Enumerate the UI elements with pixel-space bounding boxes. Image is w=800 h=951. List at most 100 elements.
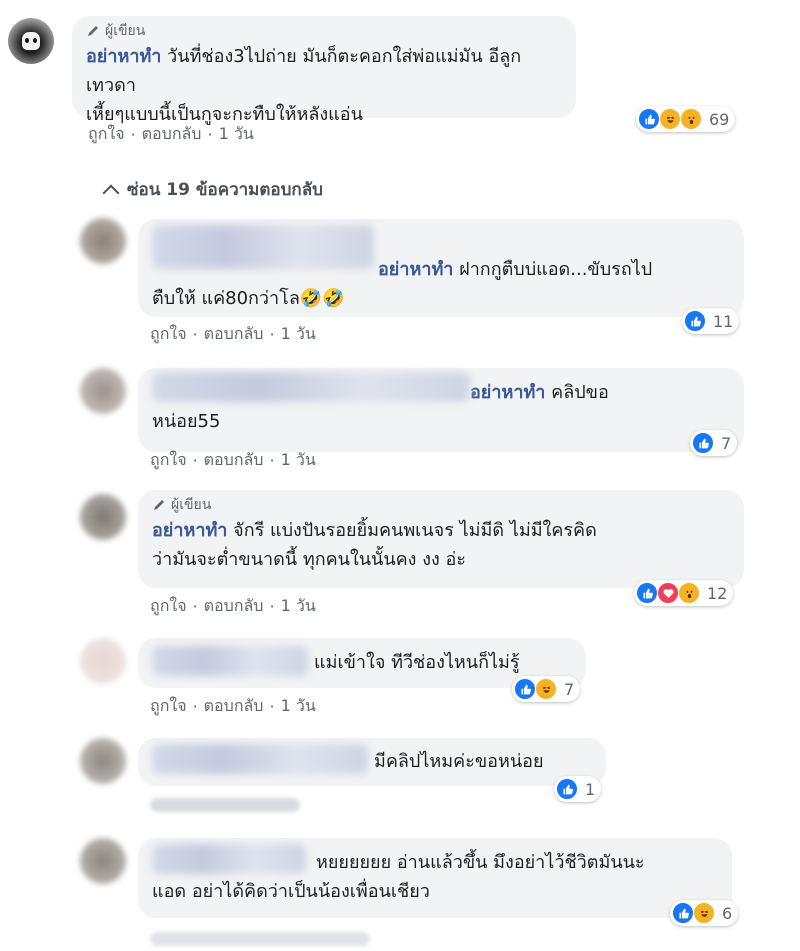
reply-text: แอด อย่าได้คิดว่าเป็นน้องเพื่อนเชียว	[152, 881, 430, 902]
avatar[interactable]	[80, 838, 126, 884]
haha-reaction-icon	[659, 108, 681, 130]
reaction-count: 7	[721, 433, 732, 453]
reaction-count: 7	[564, 679, 575, 699]
comment-actions: ถูกใจ · ตอบกลับ · 1 วัน	[150, 694, 316, 719]
reply-bubble: อย่าหาทำ คลิปขอ หน่อย55	[138, 368, 744, 452]
avatar[interactable]	[80, 368, 126, 414]
reaction-summary[interactable]: 1	[554, 776, 602, 802]
like-reaction-icon	[514, 678, 536, 700]
pencil-icon	[86, 24, 100, 38]
reaction-count: 11	[713, 311, 734, 331]
blurred-name	[152, 225, 374, 269]
blurred-name	[152, 646, 308, 676]
reply-text: ฝากกูตืบบ่แอด...ขับรถไป	[459, 259, 653, 280]
like-link[interactable]: ถูกใจ	[150, 594, 187, 619]
reaction-summary[interactable]: 69	[636, 106, 736, 132]
chevron-up-icon	[102, 184, 120, 201]
separator-dot: ·	[269, 325, 275, 344]
blurred-name	[152, 744, 368, 774]
comment-actions: ถูกใจ · ตอบกลับ · 1 วัน	[88, 122, 254, 147]
separator-dot: ·	[130, 125, 136, 144]
hide-replies-label: ซ่อน 19 ข้อความตอบกลับ	[127, 180, 323, 200]
commenter-name[interactable]: อย่าหาทำ	[86, 46, 161, 67]
avatar[interactable]	[80, 494, 126, 540]
reply-text: มีคลิปไหมค่ะขอหน่อย	[374, 751, 544, 772]
reply-bubble: หยยยยยย อ่านแล้วขึ้น มึงอย่าไว้ชีวิตมันน…	[138, 838, 732, 918]
reaction-summary[interactable]: 7	[512, 676, 581, 702]
timestamp: 1 วัน	[280, 324, 316, 343]
blurred-name	[152, 844, 306, 874]
timestamp: 1 วัน	[280, 696, 316, 715]
avatar[interactable]	[80, 738, 126, 784]
reply-bubble: อย่าหาทำ ฝากกูตืบบ่แอด...ขับรถไป ตืบให้ …	[138, 219, 744, 317]
author-badge: ผู้เขียน	[152, 496, 730, 514]
author-badge-label: ผู้เขียน	[171, 497, 212, 513]
hide-replies-toggle[interactable]: ซ่อน 19 ข้อความตอบกลับ	[102, 176, 323, 203]
love-reaction-icon	[657, 582, 679, 604]
separator-dot: ·	[192, 325, 198, 344]
like-link[interactable]: ถูกใจ	[150, 448, 187, 473]
like-reaction-icon	[692, 432, 714, 454]
reply-text: หยยยยยย อ่านแล้วขึ้น มึงอย่าไว้ชีวิตมันน…	[316, 852, 645, 873]
blurred-name	[152, 372, 470, 402]
like-reaction-icon	[638, 108, 660, 130]
separator-dot: ·	[192, 597, 198, 616]
separator-dot: ·	[269, 451, 275, 470]
like-link[interactable]: ถูกใจ	[150, 322, 187, 347]
reply-text: หน่อย55	[152, 411, 221, 432]
haha-reaction-icon	[693, 902, 715, 924]
reply-bubble: ผู้เขียน อย่าหาทำ จักรี แบ่งปันรอยยิ้มคน…	[138, 490, 744, 588]
wow-reaction-icon	[680, 108, 702, 130]
like-link[interactable]: ถูกใจ	[150, 694, 187, 719]
mention-name[interactable]: อย่าหาทำ	[470, 382, 545, 403]
reply-link[interactable]: ตอบกลับ	[204, 322, 264, 347]
reply-text: ว่ามันจะต่ำขนาดนี้ ทุกคนในนั้นคง งง อ่ะ	[152, 549, 466, 570]
reply-link[interactable]: ตอบกลับ	[142, 122, 202, 147]
separator-dot: ·	[269, 597, 275, 616]
like-link[interactable]: ถูกใจ	[88, 122, 125, 147]
like-reaction-icon	[556, 778, 578, 800]
mention-name[interactable]: อย่าหาทำ	[378, 259, 453, 280]
separator-dot: ·	[192, 451, 198, 470]
blurred-actions	[150, 932, 370, 946]
reply-text: แม่เข้าใจ ทีวีช่องไหนก็ไม่รู้	[314, 652, 520, 673]
timestamp: 1 วัน	[218, 124, 254, 143]
separator-dot: ·	[269, 697, 275, 716]
wow-reaction-icon	[678, 582, 700, 604]
author-badge-label: ผู้เขียน	[105, 23, 146, 39]
avatar[interactable]	[80, 638, 126, 684]
pencil-icon	[152, 498, 166, 512]
like-reaction-icon	[672, 902, 694, 924]
skull-avatar-image	[22, 32, 40, 50]
comment-bubble: ผู้เขียน อย่าหาทำ วันที่ช่อง3ไปถ่าย มันก…	[72, 16, 576, 125]
avatar[interactable]	[8, 18, 54, 64]
reaction-summary[interactable]: 7	[690, 430, 738, 456]
reaction-count: 69	[709, 109, 730, 129]
timestamp: 1 วัน	[280, 450, 316, 469]
reaction-summary[interactable]: 6	[670, 900, 739, 926]
separator-dot: ·	[192, 697, 198, 716]
author-badge: ผู้เขียน	[86, 22, 562, 40]
comment-actions: ถูกใจ · ตอบกลับ · 1 วัน	[150, 594, 316, 619]
commenter-name[interactable]: อย่าหาทำ	[152, 520, 227, 541]
avatar[interactable]	[80, 218, 126, 264]
reply-text: ตืบให้ แค่80กว่าโล🤣🤣	[152, 288, 345, 309]
blurred-actions	[150, 798, 300, 812]
comment-actions: ถูกใจ · ตอบกลับ · 1 วัน	[150, 322, 316, 347]
reply-link[interactable]: ตอบกลับ	[204, 448, 264, 473]
reply-link[interactable]: ตอบกลับ	[204, 694, 264, 719]
reply-text: คลิปขอ	[551, 382, 609, 403]
comment-actions: ถูกใจ · ตอบกลับ · 1 วัน	[150, 448, 316, 473]
like-reaction-icon	[636, 582, 658, 604]
haha-reaction-icon	[535, 678, 557, 700]
reaction-summary[interactable]: 12	[634, 580, 734, 606]
reply-bubble: มีคลิปไหมค่ะขอหน่อย	[138, 738, 606, 786]
reaction-count: 1	[585, 779, 596, 799]
reaction-summary[interactable]: 11	[682, 308, 740, 334]
reply-text: จักรี แบ่งปันรอยยิ้มคนพเนจร ไม่มีดิ ไม่ม…	[233, 520, 597, 541]
like-reaction-icon	[684, 310, 706, 332]
reaction-count: 6	[722, 903, 733, 923]
reply-link[interactable]: ตอบกลับ	[204, 594, 264, 619]
timestamp: 1 วัน	[280, 596, 316, 615]
reaction-count: 12	[707, 583, 728, 603]
